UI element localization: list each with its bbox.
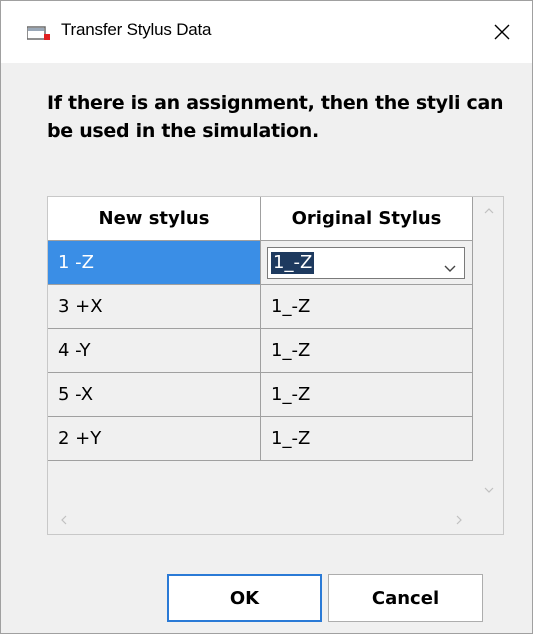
chevron-down-icon[interactable] — [444, 257, 456, 278]
table-row[interactable]: 1 -Z 1_-Z — [48, 241, 473, 285]
original-stylus-cell[interactable]: 1_-Z — [261, 373, 473, 417]
info-message: If there is an assignment, then the styl… — [47, 92, 504, 142]
table-row[interactable]: 4 -Y 1_-Z — [48, 329, 473, 373]
original-stylus-cell[interactable]: 1_-Z — [261, 285, 473, 329]
table-row[interactable]: 5 -X 1_-Z — [48, 373, 473, 417]
dialog-window: Transfer Stylus Data If there is an assi… — [0, 0, 533, 634]
new-stylus-cell[interactable]: 5 -X — [48, 373, 261, 417]
scroll-right-icon[interactable] — [449, 510, 469, 530]
original-stylus-dropdown[interactable]: 1_-Z — [267, 246, 465, 279]
window-title: Transfer Stylus Data — [61, 20, 212, 39]
new-stylus-cell[interactable]: 1 -Z — [48, 241, 261, 285]
new-stylus-cell[interactable]: 3 +X — [48, 285, 261, 329]
vertical-scrollbar[interactable] — [474, 197, 503, 504]
cancel-button[interactable]: Cancel — [328, 574, 483, 622]
column-header-new-stylus[interactable]: New stylus — [48, 197, 261, 241]
new-stylus-cell[interactable]: 2 +Y — [48, 417, 261, 461]
new-stylus-cell[interactable]: 4 -Y — [48, 329, 261, 373]
close-icon — [494, 24, 510, 40]
close-button[interactable] — [472, 1, 532, 63]
original-stylus-cell[interactable]: 1_-Z — [261, 417, 473, 461]
original-stylus-cell[interactable]: 1_-Z — [261, 241, 473, 285]
app-icon — [26, 25, 53, 41]
horizontal-scrollbar[interactable] — [48, 505, 503, 534]
stylus-table[interactable]: New stylus Original Stylus 1 -Z 1_-Z 3 +… — [47, 196, 504, 535]
dropdown-value: 1_-Z — [271, 251, 315, 274]
column-header-original-stylus[interactable]: Original Stylus — [261, 197, 473, 241]
table-row[interactable]: 3 +X 1_-Z — [48, 285, 473, 329]
scroll-down-icon[interactable] — [479, 480, 499, 500]
scroll-up-icon[interactable] — [479, 201, 499, 221]
table-row[interactable]: 2 +Y 1_-Z — [48, 417, 473, 461]
original-stylus-cell[interactable]: 1_-Z — [261, 329, 473, 373]
ok-button[interactable]: OK — [167, 574, 322, 622]
table-header-row: New stylus Original Stylus — [48, 197, 473, 241]
scroll-left-icon[interactable] — [54, 510, 74, 530]
title-bar: Transfer Stylus Data — [1, 1, 532, 63]
